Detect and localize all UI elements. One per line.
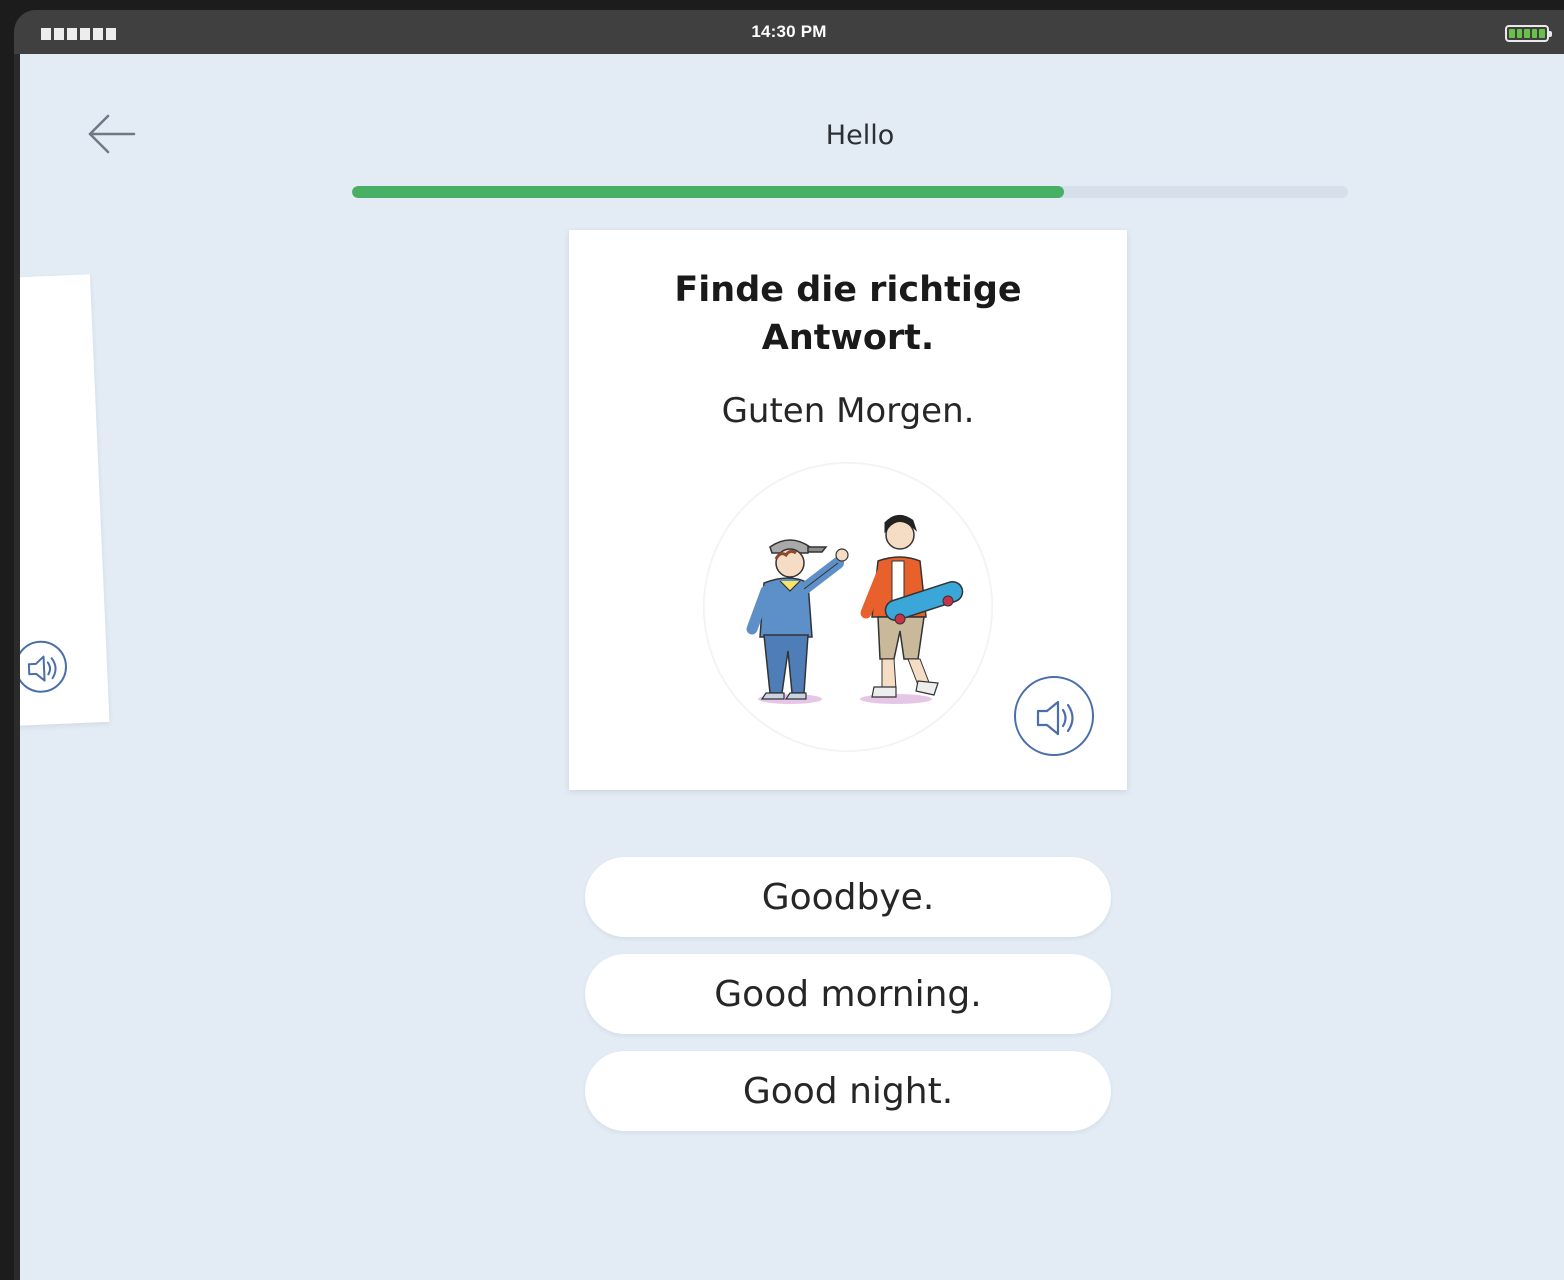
question-card: Finde die richtige Antwort. Guten Morgen… <box>569 230 1127 790</box>
answer-option-good-morning[interactable]: Good morning. <box>585 954 1111 1034</box>
speaker-icon <box>27 655 57 682</box>
status-time: 14:30 PM <box>751 22 827 41</box>
lesson-progress-bar <box>352 186 1348 198</box>
answer-option-goodbye[interactable]: Goodbye. <box>585 857 1111 937</box>
status-bar: 14:30 PM <box>14 10 1564 54</box>
arrow-left-icon <box>88 114 136 154</box>
lesson-title: Hello <box>825 120 895 151</box>
question-prompt: Guten Morgen. <box>721 391 975 431</box>
two-boys-greeting-illustration <box>703 462 993 752</box>
speaker-icon <box>1036 700 1074 736</box>
tablet-frame: 14:30 PM Hello Finde die richtige Antwor… <box>14 10 1564 1280</box>
question-instruction: Finde die richtige Antwort. <box>674 270 1022 358</box>
lesson-progress-fill <box>352 186 1065 198</box>
previous-card-audio-button <box>20 639 69 694</box>
lesson-screen: Hello Finde die richtige Antwort. Guten … <box>20 54 1564 1280</box>
answer-option-good-night[interactable]: Good night. <box>585 1051 1111 1131</box>
previous-card <box>20 274 110 727</box>
battery-full-icon <box>1505 25 1552 42</box>
back-button[interactable] <box>84 112 140 156</box>
play-audio-button[interactable] <box>1014 676 1094 756</box>
